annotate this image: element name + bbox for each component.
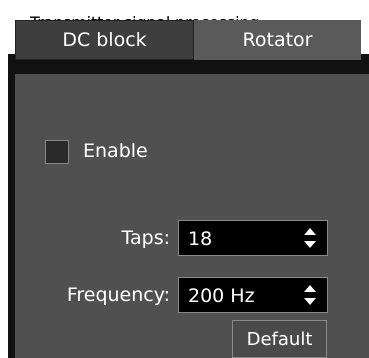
taps-spinbox[interactable]: 18 <box>178 220 328 256</box>
spin-arrows-icon[interactable] <box>303 226 317 250</box>
frequency-value: 200 Hz <box>188 285 255 307</box>
tab-dc-block[interactable]: DC block <box>15 20 194 60</box>
default-button[interactable]: Default <box>232 320 327 358</box>
frequency-label: Frequency: <box>66 284 170 306</box>
taps-value: 18 <box>188 228 213 250</box>
tab-dc-block-label: DC block <box>62 29 147 51</box>
tab-content <box>15 74 369 358</box>
tab-rotator-label: Rotator <box>242 29 313 51</box>
taps-label: Taps: <box>121 227 170 249</box>
tab-rotator[interactable]: Rotator <box>194 20 361 60</box>
enable-checkbox[interactable] <box>45 140 69 164</box>
frequency-spinbox[interactable]: 200 Hz <box>178 277 328 313</box>
spin-arrows-icon[interactable] <box>303 283 317 307</box>
enable-label: Enable <box>83 140 148 162</box>
default-button-label: Default <box>246 328 313 350</box>
